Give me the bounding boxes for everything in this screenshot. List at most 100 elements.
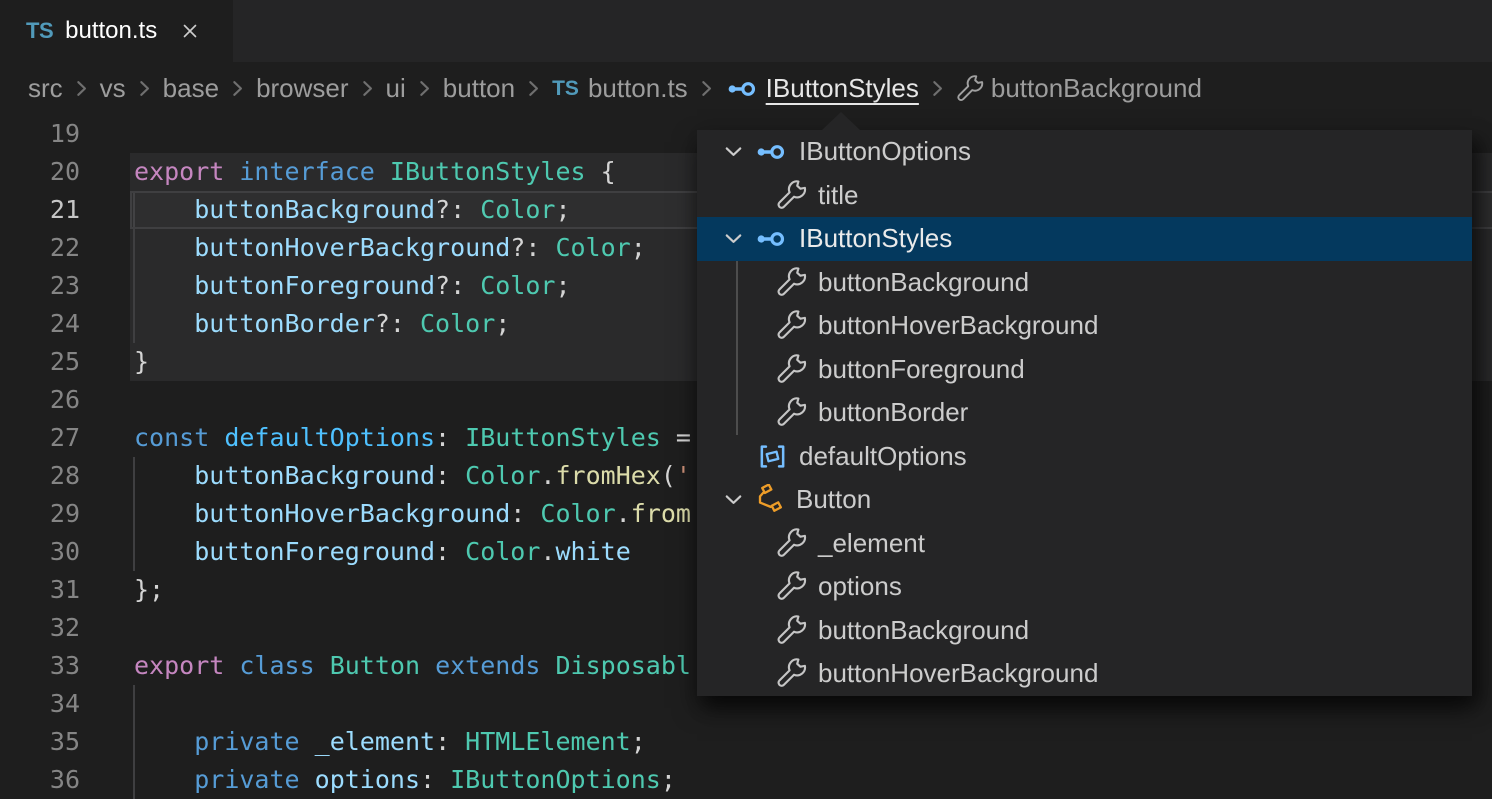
breadcrumb-item-IButtonStyles[interactable]: IButtonStyles [725,72,919,106]
breadcrumb-separator-icon [356,77,379,100]
variable-icon [757,441,788,472]
code-text: }; [80,571,164,609]
breadcrumb-label: browser [256,73,348,104]
code-text: buttonHoverBackground: Color.from [80,495,691,533]
chevron-right-glyph [356,77,379,100]
close-icon[interactable] [179,20,201,42]
code-text: } [80,343,149,381]
symbol-label: _element [818,528,925,559]
breadcrumb-item-browser[interactable]: browser [256,73,348,104]
symbol-item-buttonBorder[interactable]: buttonBorder [697,391,1472,435]
symbol-item-buttonHoverBackground[interactable]: buttonHoverBackground [697,652,1472,696]
breadcrumb-item-ui[interactable]: ui [386,73,406,104]
typescript-file-icon: TS [552,77,579,101]
property-icon [776,354,807,385]
code-line-36[interactable]: 36 private options: IButtonOptions; [0,761,1492,799]
class-glyph [754,484,785,515]
line-number: 34 [0,685,80,723]
symbol-dropdown: IButtonOptions title IButtonStyles buttonBa… [697,130,1472,696]
tab-title: button.ts [65,17,157,45]
line-number: 27 [0,419,80,457]
line-number: 20 [0,153,80,191]
symbol-label: buttonBackground [818,267,1029,298]
property-icon [776,571,807,602]
breadcrumb-label: src [28,73,63,104]
interface-glyph [725,72,759,106]
breadcrumb-separator-icon [70,77,93,100]
chevron-down-icon[interactable] [720,225,747,252]
breadcrumb-item-base[interactable]: base [163,73,219,104]
line-number: 29 [0,495,80,533]
symbol-label: buttonHoverBackground [818,310,1098,341]
property-icon [776,180,807,211]
variable-glyph [757,441,788,472]
line-number: 23 [0,267,80,305]
tree-indent-guide [736,261,738,435]
symbol-item-IButtonStyles[interactable]: IButtonStyles [697,217,1472,261]
property-glyph [776,615,807,646]
code-line-35[interactable]: 35 private _element: HTMLElement; [0,723,1492,761]
breadcrumb-label: base [163,73,219,104]
interface-glyph [754,222,788,256]
breadcrumb-separator-icon [226,77,249,100]
code-text: buttonForeground?: Color; [80,267,571,305]
code-text: buttonBorder?: Color; [80,305,510,343]
breadcrumb-label: button.ts [588,73,688,104]
breadcrumb-item-button-ts[interactable]: TS button.ts [552,73,688,104]
line-number: 22 [0,229,80,267]
breadcrumb-label: ui [386,73,406,104]
class-icon [754,484,785,515]
line-number: 21 [0,191,80,229]
symbol-label: Button [796,484,871,515]
breadcrumb-item-button[interactable]: button [443,73,515,104]
symbol-item-buttonBackground[interactable]: buttonBackground [697,609,1472,653]
chevron-down-glyph [720,225,747,252]
breadcrumb-separator-icon [413,77,436,100]
property-icon [956,75,984,103]
symbol-item-IButtonOptions[interactable]: IButtonOptions [697,130,1472,174]
symbol-item-defaultOptions[interactable]: defaultOptions [697,435,1472,479]
property-glyph [776,528,807,559]
breadcrumb: src vs base browser ui button TS button.ts IButt… [0,62,1492,115]
symbol-item-_element[interactable]: _element [697,522,1472,566]
symbol-label: options [818,571,902,602]
code-text: export class Button extends Disposabl [80,647,691,685]
symbol-item-title[interactable]: title [697,174,1472,218]
close-x-glyph [179,20,201,42]
tab-button-ts[interactable]: TS button.ts [0,0,233,62]
chevron-down-icon[interactable] [720,486,747,513]
chevron-right-glyph [413,77,436,100]
line-number: 31 [0,571,80,609]
property-glyph [776,658,807,689]
symbol-label: IButtonOptions [799,136,971,167]
symbol-item-buttonHoverBackground[interactable]: buttonHoverBackground [697,304,1472,348]
breadcrumb-item-buttonBackground[interactable]: buttonBackground [956,73,1202,104]
chevron-down-icon[interactable] [720,138,747,165]
symbol-item-buttonForeground[interactable]: buttonForeground [697,348,1472,392]
symbol-label: defaultOptions [799,441,967,472]
symbol-label: title [818,180,858,211]
property-glyph [776,180,807,211]
symbol-item-options[interactable]: options [697,565,1472,609]
chevron-right-glyph [226,77,249,100]
breadcrumb-item-src[interactable]: src [28,73,63,104]
line-number: 26 [0,381,80,419]
property-icon [776,528,807,559]
property-icon [776,615,807,646]
symbol-label: IButtonStyles [799,223,952,254]
breadcrumb-item-vs[interactable]: vs [100,73,126,104]
property-glyph [776,310,807,341]
code-text: buttonHoverBackground?: Color; [80,229,646,267]
symbol-item-Button[interactable]: Button [697,478,1472,522]
property-icon [776,658,807,689]
symbol-label: buttonHoverBackground [818,658,1098,689]
chevron-down-glyph [720,486,747,513]
symbol-item-buttonBackground[interactable]: buttonBackground [697,261,1472,305]
property-glyph [956,75,984,103]
code-text: buttonBackground?: Color; [80,191,571,229]
chevron-right-glyph [70,77,93,100]
chevron-right-glyph [133,77,156,100]
symbol-label: buttonBorder [818,397,968,428]
line-number: 32 [0,609,80,647]
symbol-label: buttonForeground [818,354,1025,385]
